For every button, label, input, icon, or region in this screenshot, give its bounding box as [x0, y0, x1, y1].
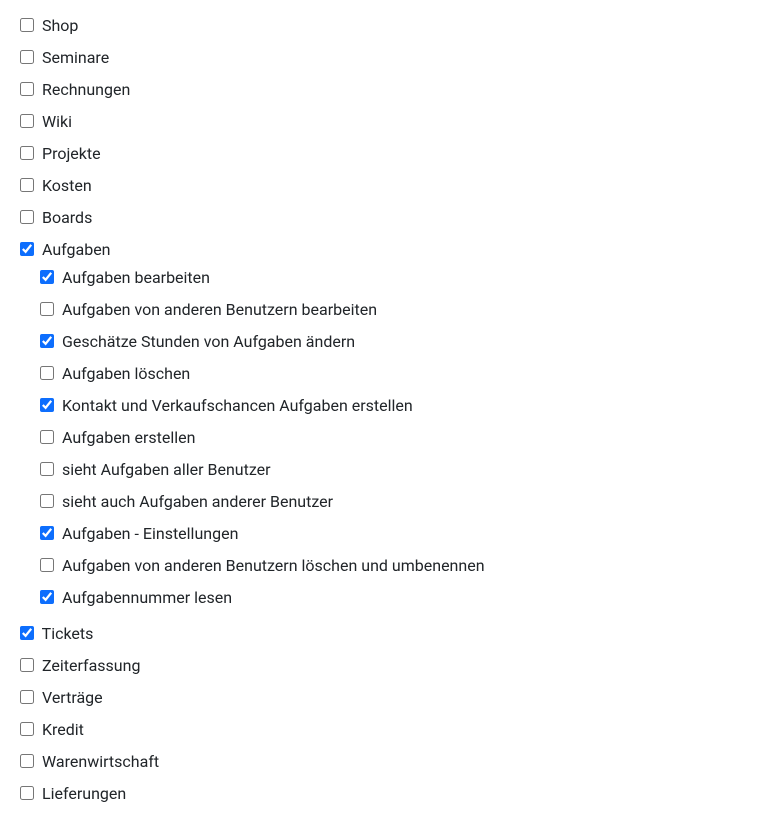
checkbox-aufgaben-bearbeiten[interactable] [40, 270, 54, 284]
checkbox-aufgaben-einstellungen[interactable] [40, 526, 54, 540]
label-rechnungen[interactable]: Rechnungen [42, 80, 130, 99]
permission-item-vertraege: Verträge [20, 682, 765, 714]
checkbox-kredit[interactable] [20, 722, 34, 736]
permission-item-rechnungen: Rechnungen [20, 74, 765, 106]
permission-item-kosten: Kosten [20, 170, 765, 202]
checkbox-wiki[interactable] [20, 114, 34, 128]
label-aufgaben-bearbeiten[interactable]: Aufgaben bearbeiten [62, 268, 210, 287]
checkbox-projekte[interactable] [20, 146, 34, 160]
label-seminare[interactable]: Seminare [42, 48, 109, 67]
checkbox-aufgaben-kontakt[interactable] [40, 398, 54, 412]
permission-item-aufgaben-andere-bearbeiten: Aufgaben von anderen Benutzern bearbeite… [40, 294, 765, 326]
label-aufgaben-andere-bearbeiten[interactable]: Aufgaben von anderen Benutzern bearbeite… [62, 300, 377, 319]
permission-item-warenwirtschaft: Warenwirtschaft [20, 746, 765, 778]
checkbox-aufgaben[interactable] [20, 242, 34, 256]
checkbox-aufgaben-andere-bearbeiten[interactable] [40, 302, 54, 316]
checkbox-aufgaben-sieht-alle[interactable] [40, 462, 54, 476]
checkbox-aufgaben-sieht-andere[interactable] [40, 494, 54, 508]
checkbox-shop[interactable] [20, 18, 34, 32]
checkbox-aufgaben-nummer-lesen[interactable] [40, 590, 54, 604]
permission-item-zeiterfassung: Zeiterfassung [20, 650, 765, 682]
checkbox-aufgaben-andere-loeschen[interactable] [40, 558, 54, 572]
permission-item-aufgaben-sieht-andere: sieht auch Aufgaben anderer Benutzer [40, 486, 765, 518]
label-wiki[interactable]: Wiki [42, 112, 72, 131]
permission-item-kredit: Kredit [20, 714, 765, 746]
permission-item-aufgaben-einstellungen: Aufgaben - Einstellungen [40, 518, 765, 550]
permission-item-tickets: Tickets [20, 618, 765, 650]
checkbox-vertraege[interactable] [20, 690, 34, 704]
permission-item-shop: Shop [20, 10, 765, 42]
label-warenwirtschaft[interactable]: Warenwirtschaft [42, 752, 159, 771]
permission-item-boards: Boards [20, 202, 765, 234]
permission-item-aufgaben-bearbeiten: Aufgaben bearbeiten [40, 262, 765, 294]
checkbox-boards[interactable] [20, 210, 34, 224]
label-aufgaben-sieht-alle[interactable]: sieht Aufgaben aller Benutzer [62, 460, 271, 479]
permission-item-aufgaben-nummer-lesen: Aufgabennummer lesen [40, 582, 765, 614]
permission-item-projekte: Projekte [20, 138, 765, 170]
aufgaben-sublist: Aufgaben bearbeiten Aufgaben von anderen… [20, 262, 765, 614]
checkbox-tickets[interactable] [20, 626, 34, 640]
permission-item-aufgaben-kontakt: Kontakt und Verkaufschancen Aufgaben ers… [40, 390, 765, 422]
permission-item-lieferungen: Lieferungen [20, 778, 765, 810]
label-shop[interactable]: Shop [42, 16, 78, 35]
checkbox-aufgaben-loeschen[interactable] [40, 366, 54, 380]
permission-item-aufgaben-andere-loeschen: Aufgaben von anderen Benutzern löschen u… [40, 550, 765, 582]
permission-item-aufgaben-sieht-alle: sieht Aufgaben aller Benutzer [40, 454, 765, 486]
label-aufgaben-sieht-andere[interactable]: sieht auch Aufgaben anderer Benutzer [62, 492, 333, 511]
permission-item-wiki: Wiki [20, 106, 765, 138]
permission-item-aufgaben: Aufgaben Aufgaben bearbeiten Aufgaben vo… [20, 234, 765, 618]
permissions-tree: Shop Seminare Rechnungen Wiki Projekte K… [20, 10, 765, 810]
permission-item-aufgaben-stunden: Geschätze Stunden von Aufgaben ändern [40, 326, 765, 358]
label-aufgaben-nummer-lesen[interactable]: Aufgabennummer lesen [62, 588, 232, 607]
checkbox-warenwirtschaft[interactable] [20, 754, 34, 768]
label-lieferungen[interactable]: Lieferungen [42, 784, 126, 803]
label-zeiterfassung[interactable]: Zeiterfassung [42, 656, 140, 675]
label-projekte[interactable]: Projekte [42, 144, 101, 163]
label-aufgaben-andere-loeschen[interactable]: Aufgaben von anderen Benutzern löschen u… [62, 556, 485, 575]
label-aufgaben[interactable]: Aufgaben [42, 240, 111, 259]
label-kosten[interactable]: Kosten [42, 176, 92, 195]
label-vertraege[interactable]: Verträge [42, 688, 103, 707]
label-aufgaben-einstellungen[interactable]: Aufgaben - Einstellungen [62, 524, 238, 543]
label-tickets[interactable]: Tickets [42, 624, 94, 643]
label-aufgaben-erstellen[interactable]: Aufgaben erstellen [62, 428, 196, 447]
label-aufgaben-stunden[interactable]: Geschätze Stunden von Aufgaben ändern [62, 332, 355, 351]
permission-item-aufgaben-loeschen: Aufgaben löschen [40, 358, 765, 390]
checkbox-seminare[interactable] [20, 50, 34, 64]
checkbox-zeiterfassung[interactable] [20, 658, 34, 672]
label-kredit[interactable]: Kredit [42, 720, 84, 739]
label-boards[interactable]: Boards [42, 208, 92, 227]
checkbox-aufgaben-stunden[interactable] [40, 334, 54, 348]
permission-item-seminare: Seminare [20, 42, 765, 74]
checkbox-aufgaben-erstellen[interactable] [40, 430, 54, 444]
label-aufgaben-kontakt[interactable]: Kontakt und Verkaufschancen Aufgaben ers… [62, 396, 413, 415]
checkbox-lieferungen[interactable] [20, 786, 34, 800]
checkbox-rechnungen[interactable] [20, 82, 34, 96]
label-aufgaben-loeschen[interactable]: Aufgaben löschen [62, 364, 190, 383]
permission-item-aufgaben-erstellen: Aufgaben erstellen [40, 422, 765, 454]
checkbox-kosten[interactable] [20, 178, 34, 192]
